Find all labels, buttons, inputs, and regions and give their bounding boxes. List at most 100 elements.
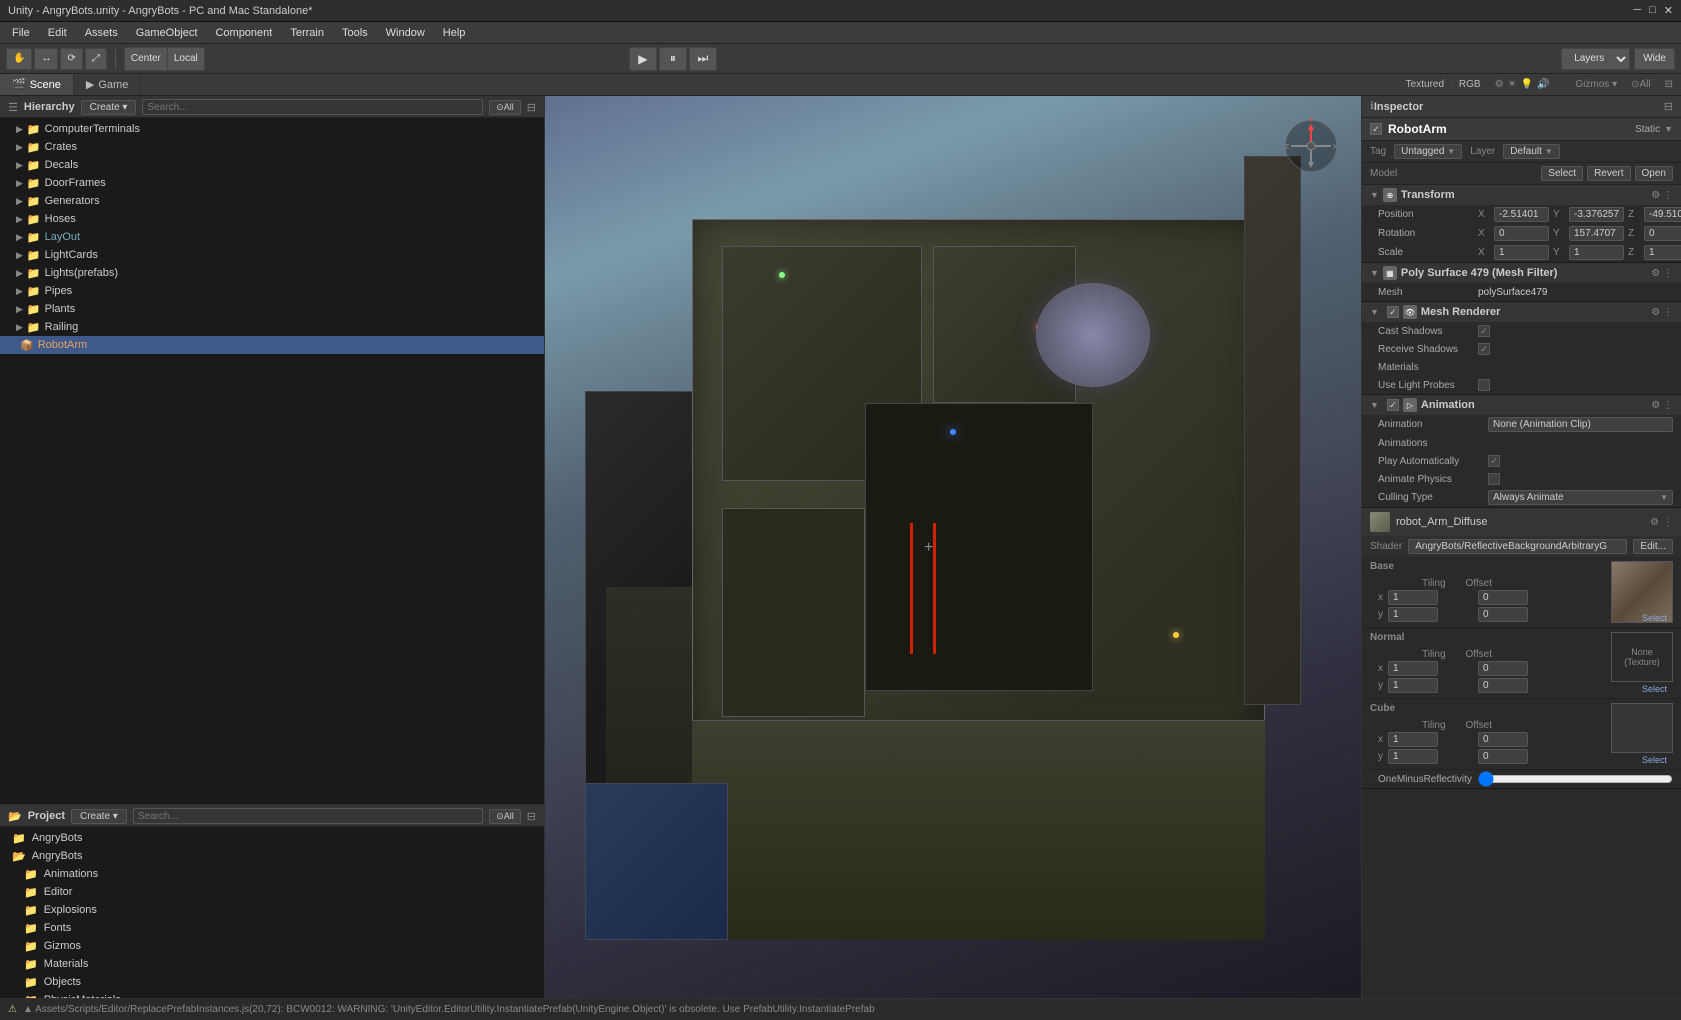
transform-move-btn[interactable]: ↔ bbox=[34, 48, 58, 70]
gizmos-btn[interactable]: Gizmos ▾ bbox=[1575, 79, 1617, 90]
layers-dropdown[interactable]: Layers bbox=[1561, 48, 1630, 70]
pause-button[interactable]: ⏸ bbox=[659, 47, 687, 71]
normal-tile-y-field[interactable] bbox=[1388, 678, 1438, 693]
scale-x-field[interactable] bbox=[1494, 245, 1549, 260]
receive-shadows-checkbox[interactable]: ✓ bbox=[1478, 343, 1490, 355]
transform-scale-btn[interactable]: ⤢ bbox=[85, 48, 107, 70]
scene-btn-3[interactable]: 💡 bbox=[1521, 79, 1533, 90]
menu-gameobject[interactable]: GameObject bbox=[128, 25, 206, 41]
scene-btn-2[interactable]: ☀ bbox=[1508, 79, 1517, 90]
rot-y-field[interactable] bbox=[1569, 226, 1624, 241]
use-light-probes-checkbox[interactable] bbox=[1478, 379, 1490, 391]
h-item-hoses[interactable]: ▶📁Hoses bbox=[0, 210, 544, 228]
center-btn[interactable]: Center bbox=[125, 48, 168, 70]
scene-btn-1[interactable]: ⚙ bbox=[1495, 79, 1504, 90]
normal-off-y-field[interactable] bbox=[1478, 678, 1528, 693]
shader-value[interactable]: AngryBots/ReflectiveBackgroundArbitraryG bbox=[1408, 539, 1627, 554]
hierarchy-minimize-btn[interactable]: ⊟ bbox=[527, 101, 536, 114]
animation-clip-field[interactable]: None (Animation Clip) bbox=[1488, 417, 1673, 432]
transform-menu-btn[interactable]: ⚙ ⋮ bbox=[1651, 190, 1673, 201]
h-item-railing[interactable]: ▶📁Railing bbox=[0, 318, 544, 336]
h-item-robotarm[interactable]: 📦RobotArm bbox=[0, 336, 544, 354]
select-btn[interactable]: Select bbox=[1541, 166, 1583, 181]
tab-scene[interactable]: 🎬 Scene bbox=[0, 74, 74, 95]
hierarchy-all-tag[interactable]: ⊙All bbox=[489, 100, 521, 115]
proj-item-fonts[interactable]: 📁Fonts bbox=[0, 919, 544, 937]
mesh-filter-menu-btn[interactable]: ⚙ ⋮ bbox=[1651, 268, 1673, 279]
rgb-label[interactable]: RGB bbox=[1459, 79, 1481, 90]
h-item-plants[interactable]: ▶📁Plants bbox=[0, 300, 544, 318]
h-item-doorframes[interactable]: ▶📁DoorFrames bbox=[0, 174, 544, 192]
h-item-computerterminals[interactable]: ▶📁ComputerTerminals bbox=[0, 120, 544, 138]
close-btn[interactable]: ✕ bbox=[1664, 4, 1673, 17]
animation-checkbox[interactable]: ✓ bbox=[1387, 399, 1399, 411]
normal-tile-x-field[interactable] bbox=[1388, 661, 1438, 676]
wide-layout-btn[interactable]: Wide bbox=[1634, 48, 1675, 70]
rot-x-field[interactable] bbox=[1494, 226, 1549, 241]
normal-off-x-field[interactable] bbox=[1478, 661, 1528, 676]
material-menu-btn[interactable]: ⚙ bbox=[1650, 517, 1659, 528]
proj-item-animations[interactable]: 📁Animations bbox=[0, 865, 544, 883]
menu-tools[interactable]: Tools bbox=[334, 25, 376, 41]
maximize-btn[interactable]: □ bbox=[1649, 4, 1656, 17]
transform-rotate-btn[interactable]: ⟳ bbox=[60, 48, 82, 70]
animation-header[interactable]: ▼ ✓ ▷ Animation ⚙ ⋮ bbox=[1362, 395, 1681, 415]
animate-physics-checkbox[interactable] bbox=[1488, 473, 1500, 485]
proj-item-explosions[interactable]: 📁Explosions bbox=[0, 901, 544, 919]
local-btn[interactable]: Local bbox=[168, 48, 204, 70]
h-item-crates[interactable]: ▶📁Crates bbox=[0, 138, 544, 156]
open-btn[interactable]: Open bbox=[1635, 166, 1673, 181]
maximize-scene-btn[interactable]: ⊟ bbox=[1665, 79, 1673, 90]
project-search[interactable] bbox=[133, 808, 483, 824]
mesh-renderer-checkbox[interactable]: ✓ bbox=[1387, 306, 1399, 318]
mesh-renderer-header[interactable]: ▼ ✓ 👁 Mesh Renderer ⚙ ⋮ bbox=[1362, 302, 1681, 322]
base-off-y-field[interactable] bbox=[1478, 607, 1528, 622]
h-item-decals[interactable]: ▶📁Decals bbox=[0, 156, 544, 174]
h-item-pipes[interactable]: ▶📁Pipes bbox=[0, 282, 544, 300]
proj-item-angrybots1[interactable]: 📁AngryBots bbox=[0, 829, 544, 847]
object-enabled-checkbox[interactable]: ✓ bbox=[1370, 123, 1382, 135]
scale-y-field[interactable] bbox=[1569, 245, 1624, 260]
inspector-maximize-btn[interactable]: ⊟ bbox=[1664, 100, 1673, 113]
play-auto-checkbox[interactable]: ✓ bbox=[1488, 455, 1500, 467]
culling-type-field[interactable]: Always Animate ▼ bbox=[1488, 490, 1673, 505]
hierarchy-search[interactable] bbox=[142, 99, 483, 115]
proj-item-editor[interactable]: 📁Editor bbox=[0, 883, 544, 901]
menu-help[interactable]: Help bbox=[435, 25, 474, 41]
tag-dropdown[interactable]: Untagged ▼ bbox=[1394, 144, 1462, 159]
transform-hand-btn[interactable]: ✋ bbox=[6, 48, 32, 70]
proj-item-objects[interactable]: 📁Objects bbox=[0, 973, 544, 991]
rot-z-field[interactable] bbox=[1644, 226, 1681, 241]
shader-edit-btn[interactable]: Edit... bbox=[1633, 539, 1673, 554]
normal-select-btn[interactable]: Select bbox=[1642, 684, 1667, 694]
revert-btn[interactable]: Revert bbox=[1587, 166, 1630, 181]
cube-off-x-field[interactable] bbox=[1478, 732, 1528, 747]
h-item-layout[interactable]: ▶📁LayOut bbox=[0, 228, 544, 246]
project-create-btn[interactable]: Create ▾ bbox=[71, 809, 127, 824]
one-minus-slider[interactable] bbox=[1478, 773, 1673, 785]
scale-z-field[interactable] bbox=[1644, 245, 1681, 260]
all-btn[interactable]: ⊙All bbox=[1631, 79, 1651, 90]
menu-window[interactable]: Window bbox=[378, 25, 433, 41]
menu-file[interactable]: File bbox=[4, 25, 38, 41]
material-more-btn[interactable]: ⋮ bbox=[1663, 517, 1673, 528]
textured-label[interactable]: Textured bbox=[1406, 79, 1444, 90]
transform-header[interactable]: ▼ ⊕ Transform ⚙ ⋮ bbox=[1362, 185, 1681, 205]
menu-component[interactable]: Component bbox=[207, 25, 280, 41]
project-all-tag[interactable]: ⊙All bbox=[489, 809, 521, 824]
h-item-generators[interactable]: ▶📁Generators bbox=[0, 192, 544, 210]
menu-edit[interactable]: Edit bbox=[40, 25, 75, 41]
cube-off-y-field[interactable] bbox=[1478, 749, 1528, 764]
menu-assets[interactable]: Assets bbox=[77, 25, 126, 41]
h-item-lightcards[interactable]: ▶📁LightCards bbox=[0, 246, 544, 264]
mesh-filter-header[interactable]: ▼ ▦ Poly Surface 479 (Mesh Filter) ⚙ ⋮ bbox=[1362, 263, 1681, 283]
menu-terrain[interactable]: Terrain bbox=[282, 25, 332, 41]
pos-x-field[interactable] bbox=[1494, 207, 1549, 222]
base-tile-y-field[interactable] bbox=[1388, 607, 1438, 622]
pos-y-field[interactable] bbox=[1569, 207, 1624, 222]
cube-select-btn[interactable]: Select bbox=[1642, 755, 1667, 765]
project-minimize-btn[interactable]: ⊟ bbox=[527, 810, 536, 823]
h-item-lights[interactable]: ▶📁Lights(prefabs) bbox=[0, 264, 544, 282]
step-button[interactable]: ⏭ bbox=[689, 47, 717, 71]
hierarchy-create-btn[interactable]: Create ▾ bbox=[81, 100, 137, 115]
